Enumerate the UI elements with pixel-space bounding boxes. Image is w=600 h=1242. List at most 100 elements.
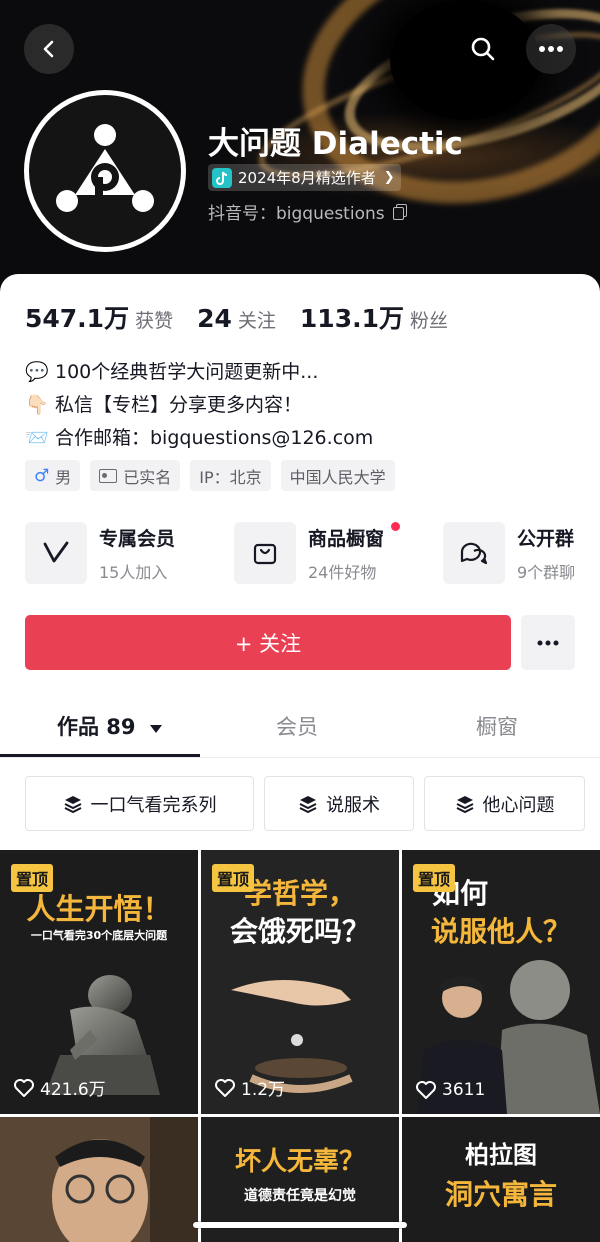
tab-label: 作品 89	[57, 715, 136, 739]
caret-down-icon	[149, 725, 162, 733]
tag-label: 已实名	[123, 467, 172, 487]
series-chip[interactable]: 一口气看完系列	[25, 776, 254, 831]
like-count-text: 3611	[442, 1080, 486, 1100]
series-label: 他心问题	[482, 794, 555, 816]
bio-line: 👇🏻 私信【专栏】分享更多内容！	[25, 389, 373, 422]
id-card-icon	[99, 468, 118, 483]
envelope-icon: 📨	[25, 427, 49, 449]
more-dots-icon	[539, 46, 563, 52]
douyin-id[interactable]: 抖音号：bigquestions	[208, 199, 407, 224]
feature-shop-window[interactable]: 商品橱窗 24件好物	[234, 522, 400, 584]
tag-label: IP：北京	[199, 467, 262, 487]
bio-text: 合作邮箱：bigquestions@126.com	[55, 427, 374, 449]
pinned-badge: 置顶	[212, 864, 255, 892]
follow-button[interactable]: + 关注	[25, 615, 511, 670]
feature-membership[interactable]: 专属会员 15人加入	[25, 522, 175, 584]
heart-icon	[416, 1081, 436, 1099]
video-thumbnail[interactable]: 置顶 人生开悟！ 一口气看完30个底层大问题 421.6万	[0, 850, 198, 1114]
series-filter-row: 一口气看完系列 说服术 他心问题	[25, 776, 585, 831]
feature-title: 专属会员	[99, 527, 176, 550]
featured-creator-badge[interactable]: 2024年8月精选作者 ❯	[208, 164, 401, 191]
video-title: 坏人无辜？	[234, 1147, 365, 1177]
video-title-line2: 说服他人？	[430, 915, 571, 948]
home-indicator[interactable]	[193, 1222, 407, 1228]
stats-row: 547.1万 获赞 24 关注 113.1万 粉丝	[25, 299, 448, 335]
series-label: 一口气看完系列	[90, 794, 217, 816]
douyin-logo-icon	[212, 167, 232, 188]
bio: 💬 100个经典哲学大问题更新中... 👇🏻 私信【专栏】分享更多内容！ 📨 合…	[25, 356, 373, 455]
notification-dot	[391, 522, 400, 531]
pointing-down-icon: 👇🏻	[25, 394, 49, 416]
stat-followers[interactable]: 113.1万 粉丝	[300, 299, 448, 335]
tab-members[interactable]: 会员	[276, 711, 318, 741]
douyin-id-text: 抖音号：bigquestions	[208, 204, 385, 224]
heart-icon	[215, 1078, 235, 1097]
tab-works[interactable]: 作品 89	[57, 711, 163, 741]
speech-bubble-icon: 💬	[25, 361, 49, 383]
heart-icon	[14, 1078, 34, 1097]
video-subtitle: 道德责任竟是幻觉	[244, 1188, 356, 1204]
feature-subtitle: 24件好物	[308, 562, 377, 582]
feature-public-group[interactable]: 公开群 9个群聊	[443, 522, 575, 584]
feature-subtitle: 15人加入	[99, 562, 168, 582]
video-thumbnail[interactable]	[0, 1117, 198, 1242]
feature-subtitle: 9个群聊	[517, 562, 576, 582]
member-v-icon	[25, 522, 87, 584]
tag-school[interactable]: 中国人民大学	[280, 460, 395, 491]
stat-value: 24	[197, 304, 232, 333]
stat-likes[interactable]: 547.1万 获赞	[25, 299, 173, 335]
copy-icon[interactable]	[392, 204, 407, 220]
badge-label: 2024年8月精选作者	[238, 169, 376, 187]
active-tab-indicator	[0, 754, 200, 757]
video-title: 人生开悟！	[26, 892, 172, 926]
bio-text: 私信【专栏】分享更多内容！	[55, 394, 303, 416]
search-button[interactable]	[458, 24, 508, 74]
video-title-line2: 洞穴寓言	[444, 1178, 557, 1211]
more-actions-button[interactable]	[521, 615, 575, 670]
tag-gender: ♂ 男	[25, 460, 81, 491]
tag-label: 男	[55, 467, 72, 487]
video-thumbnail[interactable]: 置顶 如何 说服他人？ 3611	[402, 850, 600, 1114]
series-chip[interactable]: 说服术	[264, 776, 414, 831]
profile-name: 大问题 Dialectic	[208, 126, 463, 162]
video-thumbnail[interactable]: 柏拉图 洞穴寓言	[402, 1117, 600, 1242]
group-chat-icon	[443, 522, 505, 584]
pinned-badge: 置顶	[413, 864, 456, 892]
tag-verified[interactable]: 已实名	[90, 460, 181, 491]
layers-icon	[299, 795, 317, 813]
like-count-text: 421.6万	[40, 1080, 106, 1100]
shopping-bag-icon	[234, 522, 296, 584]
more-options-button[interactable]	[526, 24, 576, 74]
layers-icon	[64, 795, 81, 813]
more-dots-icon	[537, 640, 559, 645]
like-count: 421.6万	[14, 1075, 106, 1100]
video-title: 柏拉图	[465, 1141, 537, 1169]
bio-line: 📨 合作邮箱：bigquestions@126.com	[25, 422, 373, 455]
profile-tags: ♂ 男 已实名 IP：北京 中国人民大学	[25, 460, 395, 491]
series-label: 说服术	[326, 794, 380, 816]
avatar[interactable]	[24, 90, 186, 252]
stat-following[interactable]: 24 关注	[197, 304, 276, 333]
male-icon: ♂	[34, 465, 50, 486]
stat-value: 547.1万	[25, 304, 130, 333]
layers-icon	[456, 795, 473, 813]
stat-value: 113.1万	[299, 304, 404, 333]
feature-title: 商品橱窗	[308, 527, 385, 550]
back-button[interactable]	[24, 24, 74, 74]
tag-ip: IP：北京	[190, 460, 271, 491]
search-icon	[471, 37, 495, 61]
logo-icon	[56, 124, 154, 212]
like-count: 1.2万	[215, 1075, 285, 1100]
tag-label: 中国人民大学	[289, 467, 386, 487]
series-chip[interactable]: 他心问题	[424, 776, 585, 831]
bio-text: 100个经典哲学大问题更新中...	[55, 361, 319, 383]
back-arrow-icon	[43, 40, 54, 58]
like-count: 3611	[416, 1080, 485, 1100]
video-grid: 置顶 人生开悟！ 一口气看完30个底层大问题 421.6万 置顶 学哲学， 会饿…	[0, 850, 600, 1242]
video-thumbnail[interactable]: 置顶 学哲学， 会饿死吗？ 1.2万	[201, 850, 399, 1114]
stat-label: 获赞	[135, 310, 174, 332]
tab-shop[interactable]: 橱窗	[476, 711, 518, 741]
stat-label: 关注	[237, 310, 276, 332]
bio-line: 💬 100个经典哲学大问题更新中...	[25, 356, 373, 389]
video-title-line2: 会饿死吗？	[229, 915, 370, 948]
